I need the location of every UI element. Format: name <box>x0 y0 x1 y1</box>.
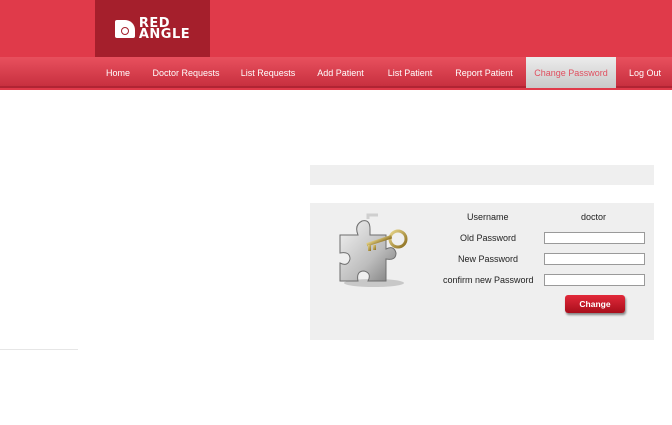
nav-doctor-requests[interactable]: Doctor Requests <box>148 57 224 88</box>
nav-add-patient[interactable]: Add Patient <box>312 57 369 88</box>
new-password-label: New Password <box>458 254 519 264</box>
logo-mark-icon <box>114 19 135 38</box>
confirm-password-field[interactable] <box>544 274 645 286</box>
change-password-panel: Username doctor Old Password New Passwor… <box>310 203 654 340</box>
confirm-password-label: confirm new Password <box>443 275 534 285</box>
change-button[interactable]: Change <box>565 295 625 313</box>
new-password-field[interactable] <box>544 253 645 265</box>
old-password-label: Old Password <box>460 233 517 243</box>
old-password-field[interactable] <box>544 232 645 244</box>
nav-change-password[interactable]: Change Password <box>526 57 616 88</box>
logo[interactable]: RED ANGLE <box>95 0 210 57</box>
divider <box>0 349 78 350</box>
puzzle-key-icon <box>339 213 408 287</box>
username-value: doctor <box>581 212 607 222</box>
nav-report-patient[interactable]: Report Patient <box>450 57 518 88</box>
username-label: Username <box>467 212 509 222</box>
main-nav: Home Doctor Requests List Requests Add P… <box>0 57 672 88</box>
logo-text: RED ANGLE <box>138 15 191 42</box>
nav-home[interactable]: Home <box>100 57 136 88</box>
nav-list-patient[interactable]: List Patient <box>382 57 438 88</box>
nav-log-out[interactable]: Log Out <box>624 57 666 88</box>
message-bar <box>310 165 654 185</box>
nav-list-requests[interactable]: List Requests <box>237 57 299 88</box>
header: RED ANGLE Home Doctor Requests List Requ… <box>0 0 672 90</box>
